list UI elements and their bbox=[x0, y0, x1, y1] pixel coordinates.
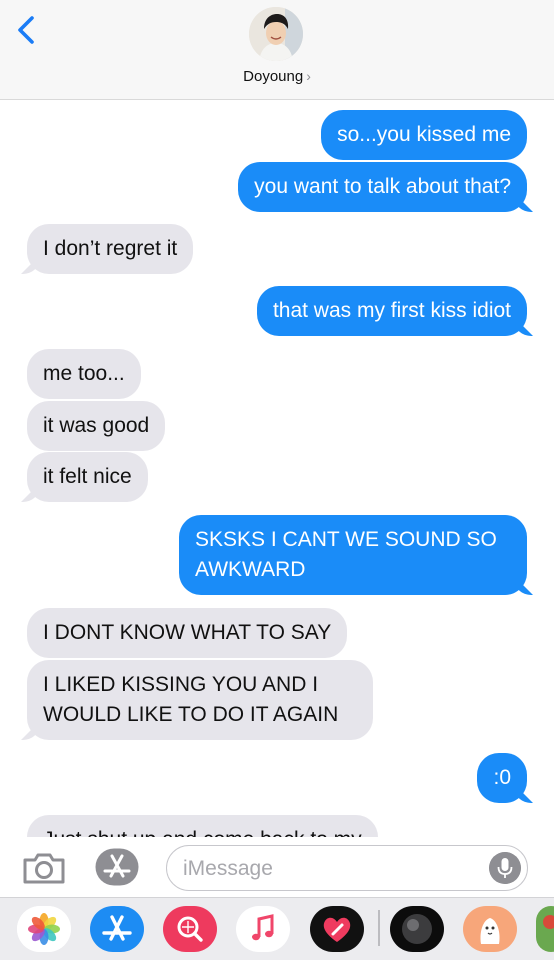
message-text: Just shut up and come back to my bbox=[43, 828, 362, 837]
digital-touch-icon[interactable] bbox=[310, 906, 364, 952]
partial-app-icon[interactable] bbox=[536, 906, 554, 952]
message-text: :0 bbox=[493, 766, 511, 789]
chevron-left-icon[interactable] bbox=[12, 12, 42, 48]
message-text-line: AWKWARD bbox=[195, 558, 306, 581]
message-text: I don’t regret it bbox=[43, 237, 178, 260]
incoming-message-bubble[interactable]: I DONT KNOW WHAT TO SAY bbox=[27, 608, 348, 658]
app-store-icon[interactable] bbox=[94, 847, 140, 887]
message-text: that was my first kiss idiot bbox=[272, 299, 511, 322]
message-text-line: I LIKED KISSING YOU AND I bbox=[43, 673, 319, 696]
outgoing-message-bubble[interactable]: that was my first kiss idiot bbox=[256, 286, 527, 336]
message-text: it was good bbox=[43, 414, 150, 437]
message-text: me too... bbox=[43, 362, 125, 385]
music-icon[interactable] bbox=[236, 906, 290, 952]
sticker-icon[interactable] bbox=[463, 906, 517, 952]
camera-icon[interactable] bbox=[22, 851, 66, 885]
avatar-photo bbox=[249, 7, 303, 61]
contact-name-row[interactable]: Doyoung › bbox=[0, 68, 554, 85]
imessage-field[interactable] bbox=[166, 845, 528, 891]
avatar[interactable] bbox=[249, 7, 303, 61]
message-text: I DONT KNOW WHAT TO SAY bbox=[43, 621, 332, 644]
contact-name: Doyoung bbox=[243, 68, 304, 85]
message-text-line: WOULD LIKE TO DO IT AGAIN bbox=[43, 703, 339, 726]
app-store-icon[interactable] bbox=[90, 906, 144, 952]
message-text: so...you kissed me bbox=[337, 123, 511, 146]
animoji-icon[interactable] bbox=[390, 906, 444, 952]
incoming-message-bubble[interactable]: Just shut up and come back to my bbox=[27, 815, 378, 837]
incoming-message-bubble[interactable]: I don’t regret it bbox=[27, 224, 194, 274]
drawer-divider bbox=[378, 910, 380, 946]
chevron-right-icon: › bbox=[306, 68, 311, 84]
microphone-icon[interactable] bbox=[489, 852, 521, 884]
outgoing-message-bubble[interactable]: :0 bbox=[477, 753, 527, 803]
message-text-line: SKSKS I CANT WE SOUND SO bbox=[195, 528, 497, 551]
outgoing-message-bubble[interactable]: so...you kissed me bbox=[321, 110, 527, 160]
message-input-bar bbox=[0, 837, 554, 897]
incoming-message-bubble[interactable]: me too... bbox=[27, 349, 141, 399]
web-images-icon[interactable] bbox=[163, 906, 217, 952]
message-text: you want to talk about that? bbox=[254, 175, 511, 198]
outgoing-message-bubble[interactable]: SKSKS I CANT WE SOUND SO AWKWARD bbox=[179, 515, 527, 595]
outgoing-message-bubble[interactable]: you want to talk about that? bbox=[238, 162, 527, 212]
incoming-message-bubble[interactable]: I LIKED KISSING YOU AND I WOULD LIKE TO … bbox=[27, 660, 373, 740]
photos-icon[interactable] bbox=[17, 906, 71, 952]
conversation-header: Doyoung › bbox=[0, 0, 554, 100]
message-text: it felt nice bbox=[43, 465, 132, 488]
message-thread[interactable]: so...you kissed me you want to talk abou… bbox=[0, 100, 554, 837]
app-drawer bbox=[0, 897, 554, 960]
message-input[interactable] bbox=[183, 856, 473, 882]
incoming-message-bubble[interactable]: it felt nice bbox=[27, 452, 148, 502]
incoming-message-bubble[interactable]: it was good bbox=[27, 401, 166, 451]
